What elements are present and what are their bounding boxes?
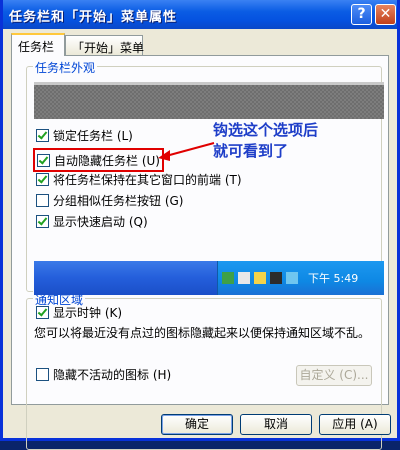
security-icon xyxy=(254,272,266,284)
taskbar-preview-image xyxy=(34,82,384,119)
title-bar[interactable]: 任务栏和「开始」菜单属性 ? ✕ xyxy=(3,0,397,29)
tab-start-menu[interactable]: 「开始」菜单 xyxy=(65,35,144,55)
notification-area-preview: 下午 5:49 xyxy=(34,261,384,295)
option-label: 分组相似任务栏按钮 (G) xyxy=(53,193,184,208)
tab-taskbar[interactable]: 任务栏 xyxy=(11,33,65,56)
customize-button[interactable]: 自定义 (C)... xyxy=(296,365,372,386)
checkbox[interactable] xyxy=(36,128,49,142)
apply-button[interactable]: 应用 (A) xyxy=(319,414,391,435)
system-tray: 下午 5:49 xyxy=(217,261,384,295)
option-keep-on-top[interactable]: 将任务栏保持在其它窗口的前端 (T) xyxy=(36,170,242,188)
tab-panel-taskbar: 任务栏外观 通知区域 锁定任务栏 (L) 自动隐藏任务栏 (U) 将任务栏保持在… xyxy=(11,55,389,450)
messenger-icon xyxy=(286,272,298,284)
checkbox[interactable] xyxy=(36,367,49,381)
option-hide-inactive-icons[interactable]: 隐藏不活动的图标 (H) xyxy=(36,365,171,383)
checkbox[interactable] xyxy=(36,172,49,186)
app-tray-icon xyxy=(270,272,282,284)
annotation-note: 钩选这个选项后 就可看到了 xyxy=(213,120,318,162)
checkbox[interactable] xyxy=(36,305,49,319)
window-title: 任务栏和「开始」菜单属性 xyxy=(9,10,178,25)
notification-description: 您可以将最近没有点过的图标隐藏起来以便保持通知区域不乱。 xyxy=(34,326,371,340)
volume-icon xyxy=(238,272,250,284)
option-lock-taskbar[interactable]: 锁定任务栏 (L) xyxy=(36,126,133,144)
annotation-arrow-icon xyxy=(158,142,215,161)
group-label-appearance: 任务栏外观 xyxy=(33,59,98,76)
close-button[interactable]: ✕ xyxy=(375,4,396,25)
checkbox[interactable] xyxy=(36,214,49,228)
annotation-line-2: 就可看到了 xyxy=(213,142,289,160)
option-quick-launch[interactable]: 显示快速启动 (Q) xyxy=(36,212,148,230)
option-auto-hide-taskbar[interactable]: 自动隐藏任务栏 (U) xyxy=(33,148,164,172)
tray-clock: 下午 5:49 xyxy=(308,272,359,285)
help-button[interactable]: ? xyxy=(351,4,372,25)
network-icon xyxy=(222,272,234,284)
annotation-line-1: 钩选这个选项后 xyxy=(213,121,319,139)
option-label: 自动隐藏任务栏 (U) xyxy=(54,153,160,168)
option-group-buttons[interactable]: 分组相似任务栏按钮 (G) xyxy=(36,191,183,209)
cancel-button[interactable]: 取消 xyxy=(240,414,312,435)
checkbox[interactable] xyxy=(37,153,50,167)
ok-button[interactable]: 确定 xyxy=(161,414,233,435)
option-label: 锁定任务栏 (L) xyxy=(53,128,133,143)
option-show-clock[interactable]: 显示时钟 (K) xyxy=(36,303,122,321)
option-label: 显示快速启动 (Q) xyxy=(53,214,148,229)
option-label: 将任务栏保持在其它窗口的前端 (T) xyxy=(53,172,242,187)
dialog-window: 任务栏和「开始」菜单属性 ? ✕ 任务栏 「开始」菜单 任务栏外观 通知区域 锁… xyxy=(0,0,400,450)
option-label: 隐藏不活动的图标 (H) xyxy=(53,367,172,382)
checkbox[interactable] xyxy=(36,193,49,207)
option-label: 显示时钟 (K) xyxy=(53,305,123,320)
